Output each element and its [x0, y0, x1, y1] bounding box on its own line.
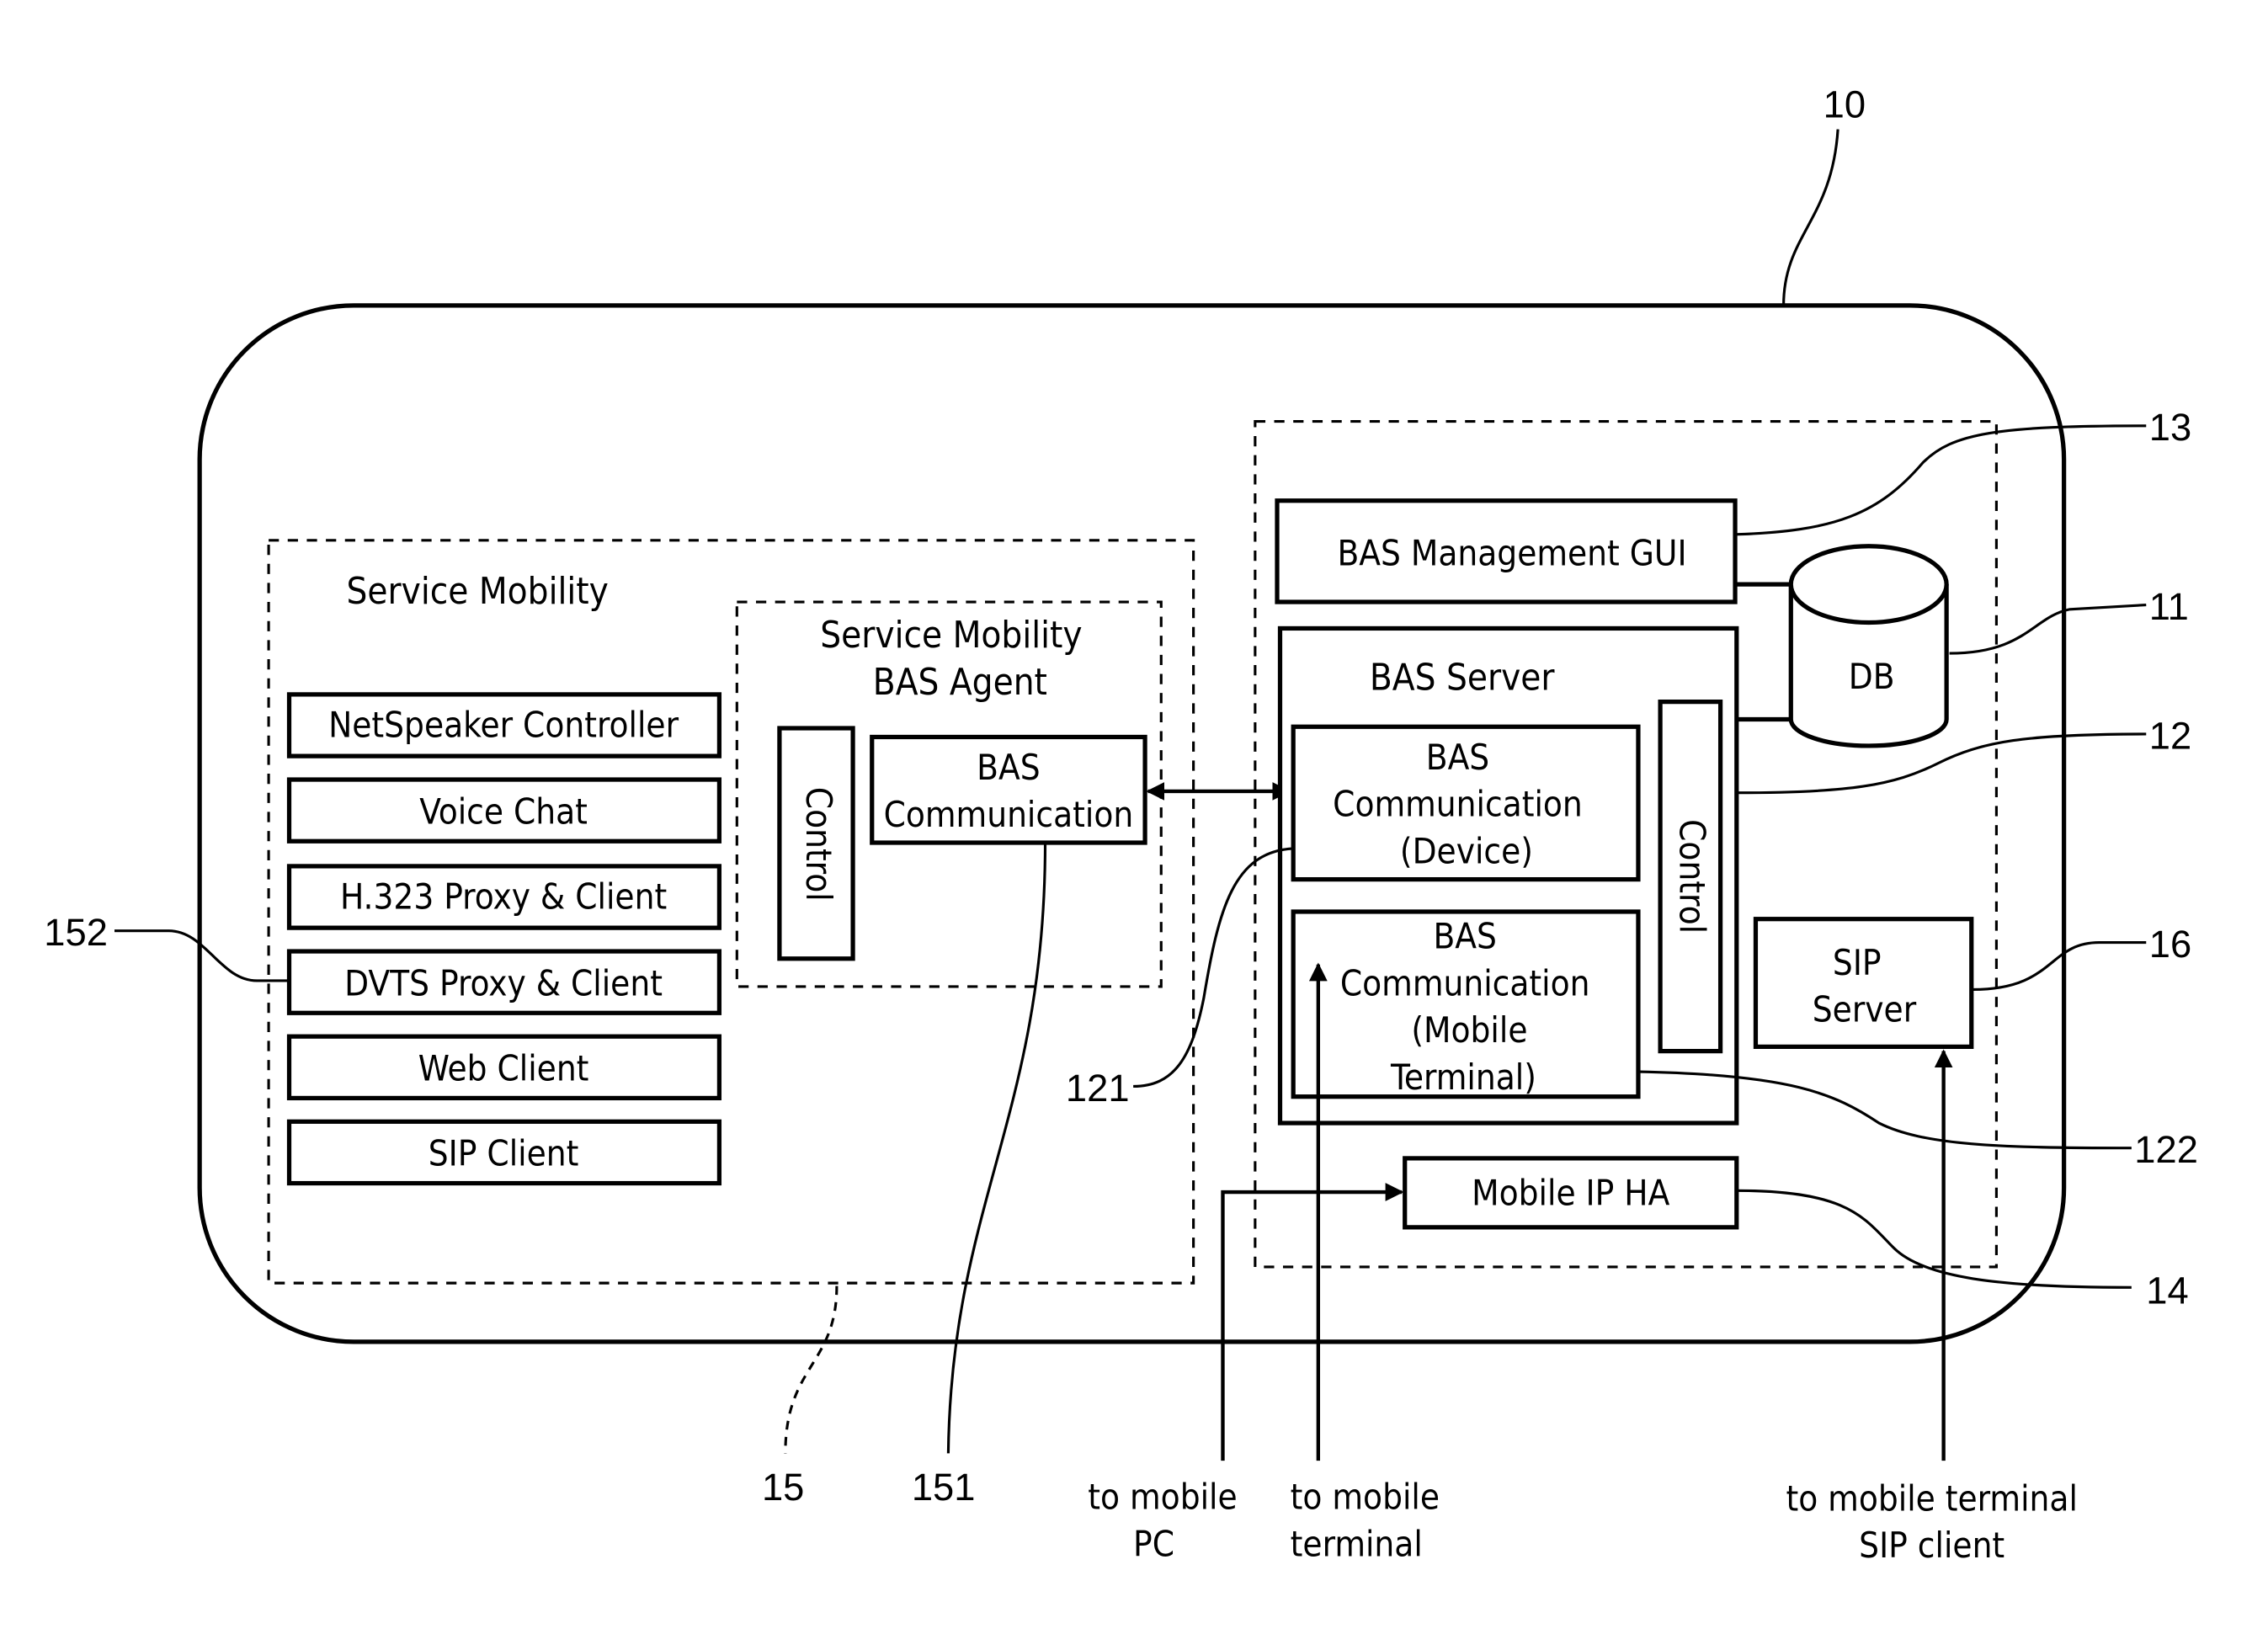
- external-label-mobile-pc-2: PC: [1133, 1523, 1174, 1564]
- leader-151: [946, 843, 1047, 1454]
- svg-text:DVTS Proxy & Client: DVTS Proxy & Client: [344, 962, 663, 1003]
- svg-text:H.323 Proxy & Client: H.323 Proxy & Client: [340, 876, 667, 917]
- svg-text:Voice Chat: Voice Chat: [419, 790, 588, 832]
- ref-label-121: 121: [1066, 1067, 1130, 1110]
- svg-text:Communication: Communication: [884, 794, 1134, 835]
- external-label-mobile-pc-1: to mobile: [1088, 1477, 1237, 1518]
- svg-text:DB: DB: [1849, 656, 1895, 697]
- svg-text:BAS Management GUI: BAS Management GUI: [1337, 532, 1686, 573]
- ref-label-122: 122: [2134, 1128, 2198, 1171]
- svg-text:BAS: BAS: [1426, 737, 1489, 778]
- svg-text:SIP: SIP: [1833, 942, 1882, 983]
- db-cylinder: DB: [1788, 544, 1949, 748]
- external-label-sip-client-1: to mobile terminal: [1786, 1477, 2077, 1519]
- bas-system-diagram: 10 Service Mobility 15 NetSpeaker Contro…: [44, 83, 2198, 1567]
- server-control: Control: [1658, 700, 1723, 1054]
- svg-text:Terminal): Terminal): [1390, 1057, 1536, 1098]
- svg-text:BAS: BAS: [1433, 916, 1496, 957]
- ref-label-13: 13: [2149, 406, 2191, 449]
- svg-text:(Mobile: (Mobile: [1411, 1009, 1527, 1051]
- bas-agent-title-1: Service Mobility: [820, 615, 1082, 657]
- ref-label-15: 15: [762, 1466, 804, 1509]
- mobile-ip-ha: Mobile IP HA: [1403, 1156, 1739, 1230]
- agent-bas-communication: BAS Communication: [870, 734, 1147, 845]
- agent-control: Control: [777, 726, 855, 961]
- bas-agent-title-2: BAS Agent: [873, 662, 1047, 704]
- service-item-dvts: DVTS Proxy & Client: [286, 949, 722, 1015]
- ref-label-12: 12: [2149, 714, 2191, 757]
- bas-comm-device: BAS Communication (Device): [1291, 724, 1641, 882]
- ref-label-14: 14: [2146, 1269, 2188, 1312]
- leader-13: [1734, 424, 2147, 536]
- service-item-web-client: Web Client: [286, 1034, 722, 1101]
- bas-comm-mobile-terminal: BAS Communication (Mobile Terminal): [1291, 909, 1641, 1099]
- svg-text:Control: Control: [798, 787, 839, 902]
- ref-label-10: 10: [1823, 83, 1866, 126]
- leader-10: [1782, 129, 1839, 306]
- service-item-h323: H.323 Proxy & Client: [286, 864, 722, 930]
- svg-text:Server: Server: [1813, 989, 1917, 1030]
- arrow-to-mobile-pc: [1221, 1183, 1404, 1461]
- bas-management-gui: BAS Management GUI: [1275, 498, 1738, 604]
- leader-12: [1736, 732, 2147, 795]
- leader-121: [1133, 847, 1294, 1088]
- leader-11: [1949, 603, 2147, 655]
- leader-16: [1973, 941, 2147, 991]
- external-label-mobile-terminal-1: to mobile: [1291, 1477, 1440, 1518]
- svg-text:NetSpeaker Controller: NetSpeaker Controller: [328, 704, 679, 745]
- ref-label-152: 152: [44, 911, 108, 954]
- service-item-voice-chat: Voice Chat: [286, 777, 722, 844]
- svg-text:Communication: Communication: [1333, 784, 1583, 825]
- svg-text:(Device): (Device): [1400, 830, 1533, 871]
- svg-text:BAS: BAS: [977, 747, 1040, 788]
- leader-14: [1736, 1189, 2132, 1289]
- service-item-sip-client: SIP Client: [286, 1119, 722, 1186]
- ref-label-151: 151: [912, 1466, 976, 1509]
- svg-text:Web Client: Web Client: [418, 1047, 589, 1088]
- svg-text:Mobile IP HA: Mobile IP HA: [1472, 1173, 1669, 1214]
- svg-text:SIP Client: SIP Client: [429, 1133, 579, 1174]
- svg-text:Control: Control: [1671, 819, 1712, 934]
- svg-text:Communication: Communication: [1340, 962, 1590, 1003]
- leader-15: [784, 1285, 839, 1454]
- external-label-mobile-terminal-2: terminal: [1291, 1523, 1423, 1564]
- sip-server: SIP Server: [1753, 917, 1974, 1050]
- service-mobility-title: Service Mobility: [347, 571, 609, 613]
- svg-text:BAS Server: BAS Server: [1370, 657, 1556, 700]
- external-label-sip-client-2: SIP client: [1859, 1525, 2004, 1566]
- service-item-netspeaker: NetSpeaker Controller: [286, 692, 722, 758]
- ref-label-11: 11: [2149, 585, 2189, 628]
- ref-label-16: 16: [2149, 923, 2191, 966]
